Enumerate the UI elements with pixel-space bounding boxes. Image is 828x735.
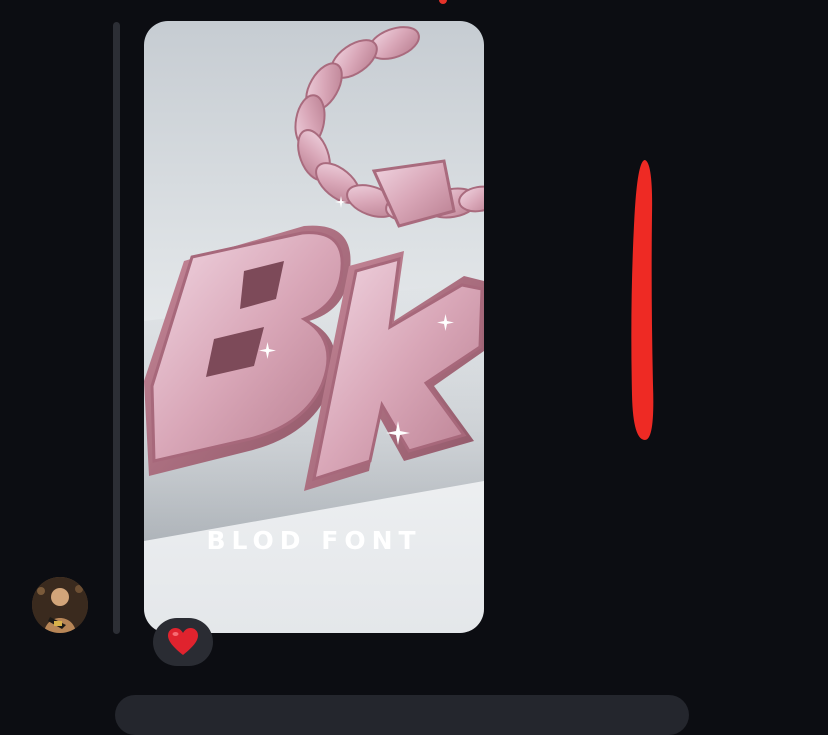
- media-attachment[interactable]: BLOD FONT: [144, 21, 484, 633]
- message-input-bar[interactable]: [115, 695, 689, 735]
- annotation-dot: [439, 0, 447, 4]
- sender-avatar[interactable]: [32, 577, 88, 633]
- thread-line: [113, 22, 120, 634]
- heart-icon: [168, 628, 198, 655]
- media-caption: BLOD FONT: [206, 526, 422, 555]
- reaction-badge[interactable]: [153, 618, 213, 666]
- red-annotation-stroke: [631, 160, 654, 440]
- avatar-photo-icon: [32, 577, 88, 633]
